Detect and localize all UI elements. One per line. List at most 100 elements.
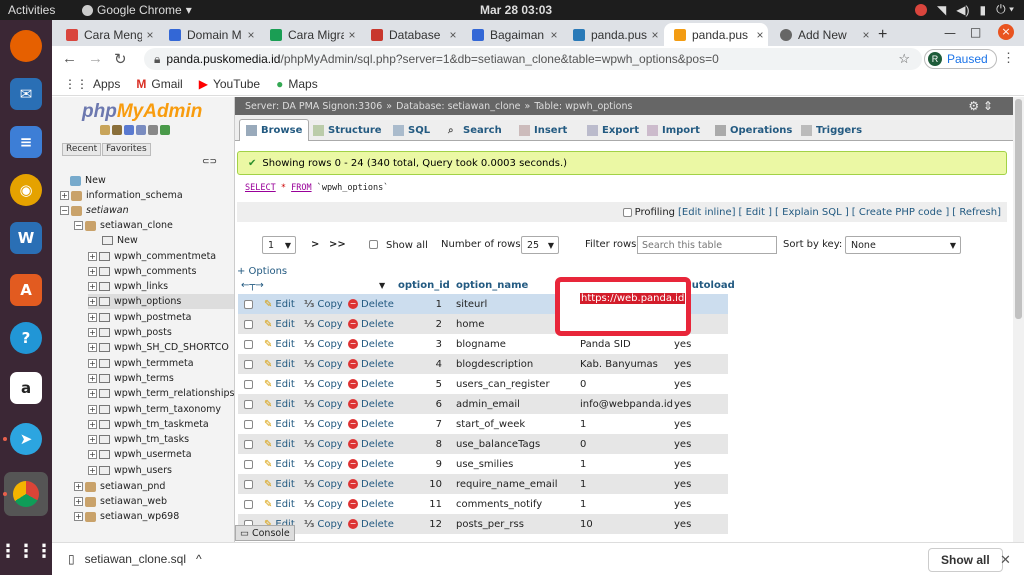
copy-button[interactable]: ⅓ Copy (304, 299, 343, 310)
tree-db[interactable]: + setiawan_pnd (74, 479, 165, 494)
cell-autoload[interactable]: yes (674, 399, 691, 410)
tree-table-selected[interactable]: + wpwh_options (88, 294, 234, 309)
table-row[interactable]: ✎ Edit ⅓ Copy − Delete 6 admin_email info@w… (238, 394, 728, 414)
edit-link[interactable]: [ Edit ] (739, 207, 773, 218)
tree-db-information-schema[interactable]: + information_schema (60, 188, 183, 203)
delete-button[interactable]: − Delete (348, 519, 394, 530)
row-checkbox[interactable] (244, 359, 253, 369)
tree-db[interactable]: + setiawan_wp698 (74, 509, 179, 524)
thunderbird-icon[interactable]: ✉ (10, 78, 42, 110)
tab-search[interactable]: ⌕ Search (442, 119, 508, 141)
cell-option-value[interactable]: 0 (580, 439, 586, 450)
delete-button[interactable]: − Delete (348, 359, 394, 370)
page-scrollbar[interactable] (1013, 97, 1024, 542)
tree-table[interactable]: + wpwh_termmeta (88, 356, 194, 371)
bookmark-apps[interactable]: ⋮⋮ Apps (64, 77, 120, 91)
row-checkbox[interactable] (244, 299, 253, 309)
cell-option-id[interactable]: 7 (426, 419, 442, 430)
edit-button[interactable]: ✎ Edit (264, 419, 295, 430)
collapse-icon[interactable]: − (60, 206, 69, 215)
header-autoload[interactable]: autoload (685, 280, 735, 291)
explain-sql-link[interactable]: [ Explain SQL ] (775, 207, 849, 218)
table-row[interactable]: ✎ Edit ⅓ Copy − Delete 10 require_name_emai… (238, 474, 728, 494)
edit-button[interactable]: ✎ Edit (264, 479, 295, 490)
cell-option-value[interactable]: 1 (580, 419, 586, 430)
row-checkbox[interactable] (244, 419, 253, 429)
expand-icon[interactable]: + (60, 191, 69, 200)
cell-autoload[interactable]: yes (674, 339, 691, 350)
expand-icon[interactable]: + (88, 343, 97, 352)
cell-option-id[interactable]: 4 (426, 359, 442, 370)
tab-browse[interactable]: Browse (239, 119, 310, 141)
tab-structure[interactable]: Structure (307, 119, 388, 141)
cell-option-value[interactable]: 1 (580, 479, 586, 490)
table-row[interactable]: ✎ Edit ⅓ Copy − Delete 8 use_balanceTags 0 … (238, 434, 728, 454)
console-button[interactable]: ▭ Console (235, 525, 295, 541)
close-tab-icon[interactable]: × (546, 28, 562, 42)
tab-triggers[interactable]: Triggers (795, 119, 868, 141)
tree-table[interactable]: + wpwh_users (88, 463, 172, 478)
delete-button[interactable]: − Delete (348, 379, 394, 390)
table-row[interactable]: ✎ Edit ⅓ Copy − Delete 5 users_can_register… (238, 374, 728, 394)
edit-button[interactable]: ✎ Edit (264, 299, 295, 310)
back-icon[interactable]: ← (62, 50, 77, 67)
libreoffice-writer-icon[interactable]: W (10, 222, 42, 254)
tab-5[interactable]: panda.pus × (563, 23, 663, 46)
cell-option-value[interactable]: 0 (580, 379, 586, 390)
row-checkbox[interactable] (244, 499, 253, 509)
tab-0[interactable]: Cara Meng × (56, 23, 158, 46)
close-tab-icon[interactable]: × (243, 28, 259, 42)
table-row[interactable]: ✎ Edit ⅓ Copy − Delete 3 blogname Panda SID… (238, 334, 728, 354)
row-checkbox[interactable] (244, 319, 253, 329)
cell-option-name[interactable]: home (456, 319, 484, 330)
tree-table[interactable]: + wpwh_posts (88, 325, 172, 340)
cell-option-name[interactable]: siteurl (456, 299, 487, 310)
delete-button[interactable]: − Delete (348, 299, 394, 310)
tree-table[interactable]: + wpwh_tm_taskmeta (88, 417, 209, 432)
copy-button[interactable]: ⅓ Copy (304, 379, 343, 390)
address-bar[interactable]: 🔒︎ panda.puskomedia.id/phpMyAdmin/sql.php… (144, 48, 922, 70)
copy-button[interactable]: ⅓ Copy (304, 479, 343, 490)
breadcrumb-server[interactable]: Server: DA PMA Signon:3306 (245, 101, 382, 112)
next-page-button[interactable]: > (311, 239, 319, 250)
tree-db[interactable]: + setiawan_web (74, 494, 167, 509)
tab-export[interactable]: Export (581, 119, 645, 141)
copy-button[interactable]: ⅓ Copy (304, 399, 343, 410)
cell-option-value[interactable]: Kab. Banyumas (580, 359, 658, 370)
page-select[interactable]: 1 ▼ (262, 236, 296, 254)
firefox-icon[interactable] (10, 30, 42, 62)
profile-button[interactable]: R Paused (924, 49, 997, 69)
delete-button[interactable]: − Delete (348, 419, 394, 430)
copy-button[interactable]: ⅓ Copy (304, 459, 343, 470)
tree-table-new[interactable]: New (102, 233, 138, 248)
header-option-name[interactable]: option_name (456, 280, 528, 294)
close-tab-icon[interactable]: × (445, 28, 461, 42)
close-window-button[interactable]: × (998, 24, 1014, 40)
pma-logo[interactable]: phpMyAdmin (82, 101, 202, 123)
cell-option-name[interactable]: comments_notify (456, 499, 542, 510)
edit-button[interactable]: ✎ Edit (264, 459, 295, 470)
cell-option-value[interactable]: info@webpanda.id (580, 399, 673, 410)
edit-button[interactable]: ✎ Edit (264, 339, 295, 350)
cell-option-value[interactable]: 1 (580, 499, 586, 510)
delete-button[interactable]: − Delete (348, 499, 394, 510)
last-page-button[interactable]: >> (329, 239, 346, 250)
edit-button[interactable]: ✎ Edit (264, 319, 295, 330)
collapse-icon[interactable]: − (74, 221, 83, 230)
tab-7[interactable]: Add New × (770, 23, 874, 46)
clock[interactable]: Mar 28 03:03 (480, 3, 552, 17)
cell-option-id[interactable]: 12 (426, 519, 442, 530)
tab-2[interactable]: Cara Migra × (260, 23, 360, 46)
scrollbar-thumb[interactable] (1015, 99, 1022, 319)
cell-option-name[interactable]: require_name_email (456, 479, 558, 490)
expand-icon[interactable]: + (88, 389, 97, 398)
recent-tab[interactable]: Recent (62, 143, 102, 156)
cell-autoload[interactable]: yes (674, 379, 691, 390)
chevron-up-icon[interactable]: ^ (196, 552, 202, 566)
cell-autoload[interactable]: yes (674, 419, 691, 430)
tree-table[interactable]: + wpwh_usermeta (88, 447, 192, 462)
app-menu[interactable]: Google Chrome ▾ (82, 3, 192, 17)
cell-option-id[interactable]: 9 (426, 459, 442, 470)
breadcrumb-database[interactable]: Database: setiawan_clone (396, 101, 520, 112)
tab-4[interactable]: Bagaiman × (462, 23, 562, 46)
